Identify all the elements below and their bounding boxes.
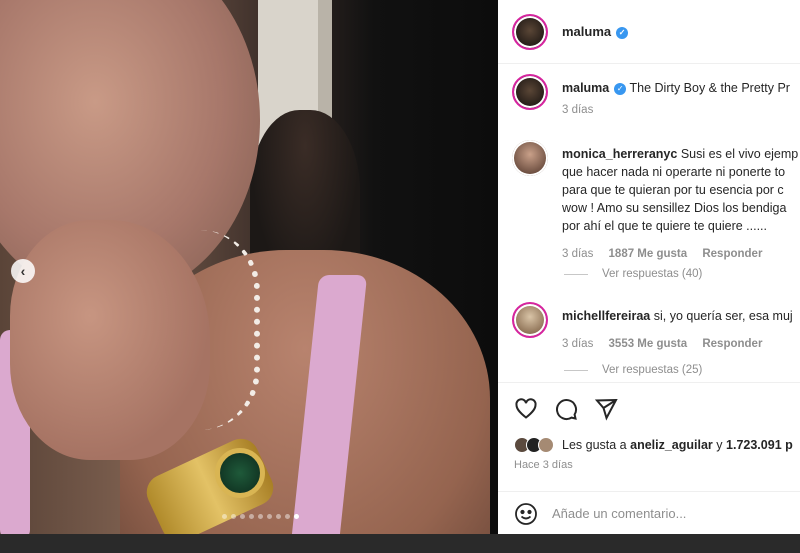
comment-text-line: para que te quieran por tu esencia por c bbox=[562, 183, 784, 197]
replies-divider bbox=[564, 369, 588, 371]
reply-button[interactable]: Responder bbox=[702, 338, 762, 350]
post-photo: ‹ bbox=[0, 0, 498, 534]
comment-text-line: Susi es el vivo ejemp bbox=[680, 147, 799, 161]
view-replies-button[interactable]: Ver respuestas (40) bbox=[564, 268, 702, 280]
carousel-dot bbox=[231, 514, 236, 519]
verified-badge-icon: ✓ bbox=[616, 26, 629, 39]
view-replies-label: Ver respuestas (25) bbox=[602, 364, 703, 376]
verified-badge-icon: ✓ bbox=[614, 82, 627, 95]
comment-likes[interactable]: 1887 Me gusta bbox=[609, 248, 688, 260]
add-comment-bar bbox=[498, 491, 800, 534]
carousel-dot bbox=[249, 514, 254, 519]
caption-time: 3 días bbox=[562, 104, 594, 116]
caption-text: The Dirty Boy & the Pretty Pr bbox=[629, 81, 790, 95]
comment-time: 3 días bbox=[562, 338, 594, 350]
reply-button[interactable]: Responder bbox=[702, 248, 762, 260]
view-replies-label: Ver respuestas (40) bbox=[602, 268, 703, 280]
comment-username[interactable]: michellfereiraa bbox=[562, 309, 650, 323]
comment-text-line: si, yo quería ser, esa muj bbox=[653, 309, 793, 323]
chevron-left-icon: ‹ bbox=[20, 263, 26, 279]
comment-avatar[interactable] bbox=[512, 140, 548, 176]
comment-icon[interactable] bbox=[554, 397, 578, 421]
carousel-dot bbox=[285, 514, 290, 519]
caption-username[interactable]: maluma bbox=[562, 81, 609, 95]
carousel-dot bbox=[222, 514, 227, 519]
carousel-dot bbox=[294, 514, 299, 519]
comment-avatar[interactable] bbox=[512, 302, 548, 338]
photo-watch-face bbox=[215, 448, 265, 498]
page-bottom-strip bbox=[0, 534, 800, 553]
carousel-dot bbox=[267, 514, 272, 519]
heart-icon[interactable] bbox=[514, 397, 538, 421]
add-comment-input[interactable] bbox=[552, 506, 792, 521]
carousel-dot bbox=[258, 514, 263, 519]
comment-text-line: que hacer nada ni operarte ni ponerte to bbox=[562, 165, 786, 179]
author-avatar[interactable] bbox=[512, 13, 548, 50]
author-username[interactable]: maluma ✓ bbox=[562, 24, 629, 39]
comment-text-line: wow ! Amo su sensillez Dios los bendiga bbox=[562, 201, 787, 215]
view-replies-button[interactable]: Ver respuestas (25) bbox=[564, 364, 702, 376]
post-time-ago: Hace 3 días bbox=[514, 459, 573, 471]
photo-necklace bbox=[180, 230, 260, 430]
post-header: maluma ✓ bbox=[498, 0, 800, 64]
emoji-icon[interactable] bbox=[514, 502, 538, 526]
post-side-panel: maluma ✓ maluma ✓ The Dirty Boy & the Pret… bbox=[498, 0, 800, 534]
comments-list: maluma ✓ The Dirty Boy & the Pretty Pr 3 … bbox=[498, 64, 800, 382]
post-actions: Les gusta a aneliz_aguilar y 1.723.091 p… bbox=[498, 382, 800, 534]
replies-divider bbox=[564, 273, 588, 275]
caption-avatar[interactable] bbox=[512, 74, 548, 110]
carousel-prev-button[interactable]: ‹ bbox=[11, 259, 35, 283]
carousel-dots bbox=[222, 514, 299, 519]
comment-time: 3 días bbox=[562, 248, 594, 260]
comment-username[interactable]: monica_herreranyc bbox=[562, 147, 677, 161]
share-icon[interactable] bbox=[594, 397, 618, 421]
carousel-dot bbox=[240, 514, 245, 519]
carousel-dot bbox=[276, 514, 281, 519]
comment-likes[interactable]: 3553 Me gusta bbox=[609, 338, 688, 350]
liker-avatars bbox=[514, 437, 554, 453]
comment-text-line: por ahí el que te quiere te quiere .....… bbox=[562, 219, 767, 233]
likes-summary[interactable]: Les gusta a aneliz_aguilar y 1.723.091 p bbox=[514, 437, 793, 453]
